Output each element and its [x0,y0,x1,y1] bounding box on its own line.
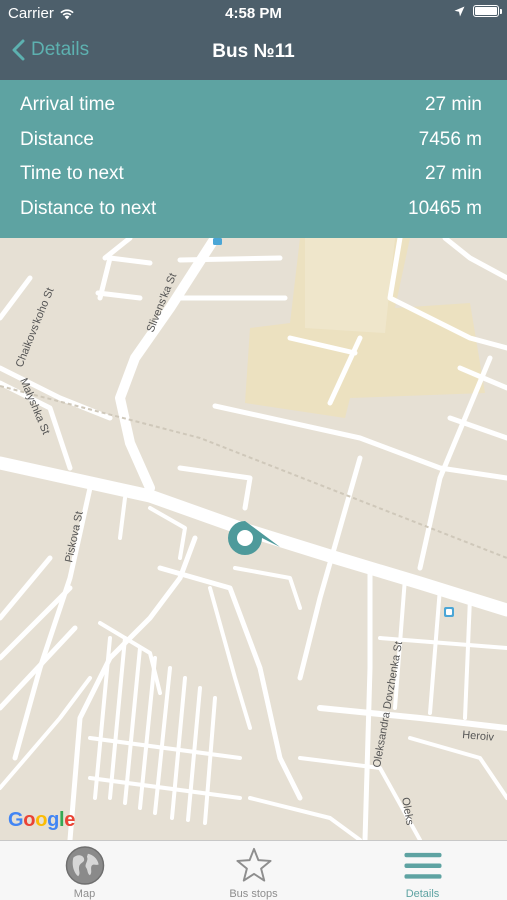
battery-icon [473,5,502,17]
bus-stop-icon[interactable] [213,238,222,245]
tab-bar: Map Bus stops Details [0,840,507,900]
detail-label: Time to next [20,163,124,185]
globe-icon [65,846,104,885]
detail-row-arrival-time: Arrival time 27 min [20,88,482,123]
menu-icon [403,852,442,879]
detail-row-distance: Distance 7456 m [20,123,482,158]
detail-value: 27 min [424,94,482,116]
detail-value: 7456 m [418,128,482,150]
star-icon [235,847,272,882]
tab-details[interactable]: Details [338,841,507,900]
status-time: 4:58 PM [225,5,282,22]
tab-details-label: Details [405,888,440,900]
detail-label: Distance [20,128,94,150]
detail-row-distance-to-next: Distance to next 10465 m [20,192,482,227]
navigation-bar: Details Bus №11 [0,28,507,80]
tab-bus-stops[interactable]: Bus stops [169,841,338,900]
status-bar: Carrier 4:58 PM [0,0,507,28]
status-right [454,5,502,17]
tab-map[interactable]: Map [0,841,169,900]
map-view[interactable]: Chaikovs'koho St Slivens'ka St Malyshka … [0,238,507,840]
google-logo: Google [8,809,76,831]
tab-bus-stops-label: Bus stops [229,888,278,900]
tab-map-label: Map [73,888,96,900]
location-arrow-icon [454,6,465,16]
detail-value: 10465 m [408,197,482,219]
detail-label: Arrival time [20,94,116,116]
page-title: Bus №11 [212,41,295,62]
map-canvas[interactable]: Chaikovs'koho St Slivens'ka St Malyshka … [0,238,507,840]
detail-value: 27 min [424,163,482,185]
detail-row-time-to-next: Time to next 27 min [20,157,482,192]
detail-label: Distance to next [20,197,157,219]
bus-details-panel: Arrival time 27 min Distance 7456 m Time… [0,80,507,238]
